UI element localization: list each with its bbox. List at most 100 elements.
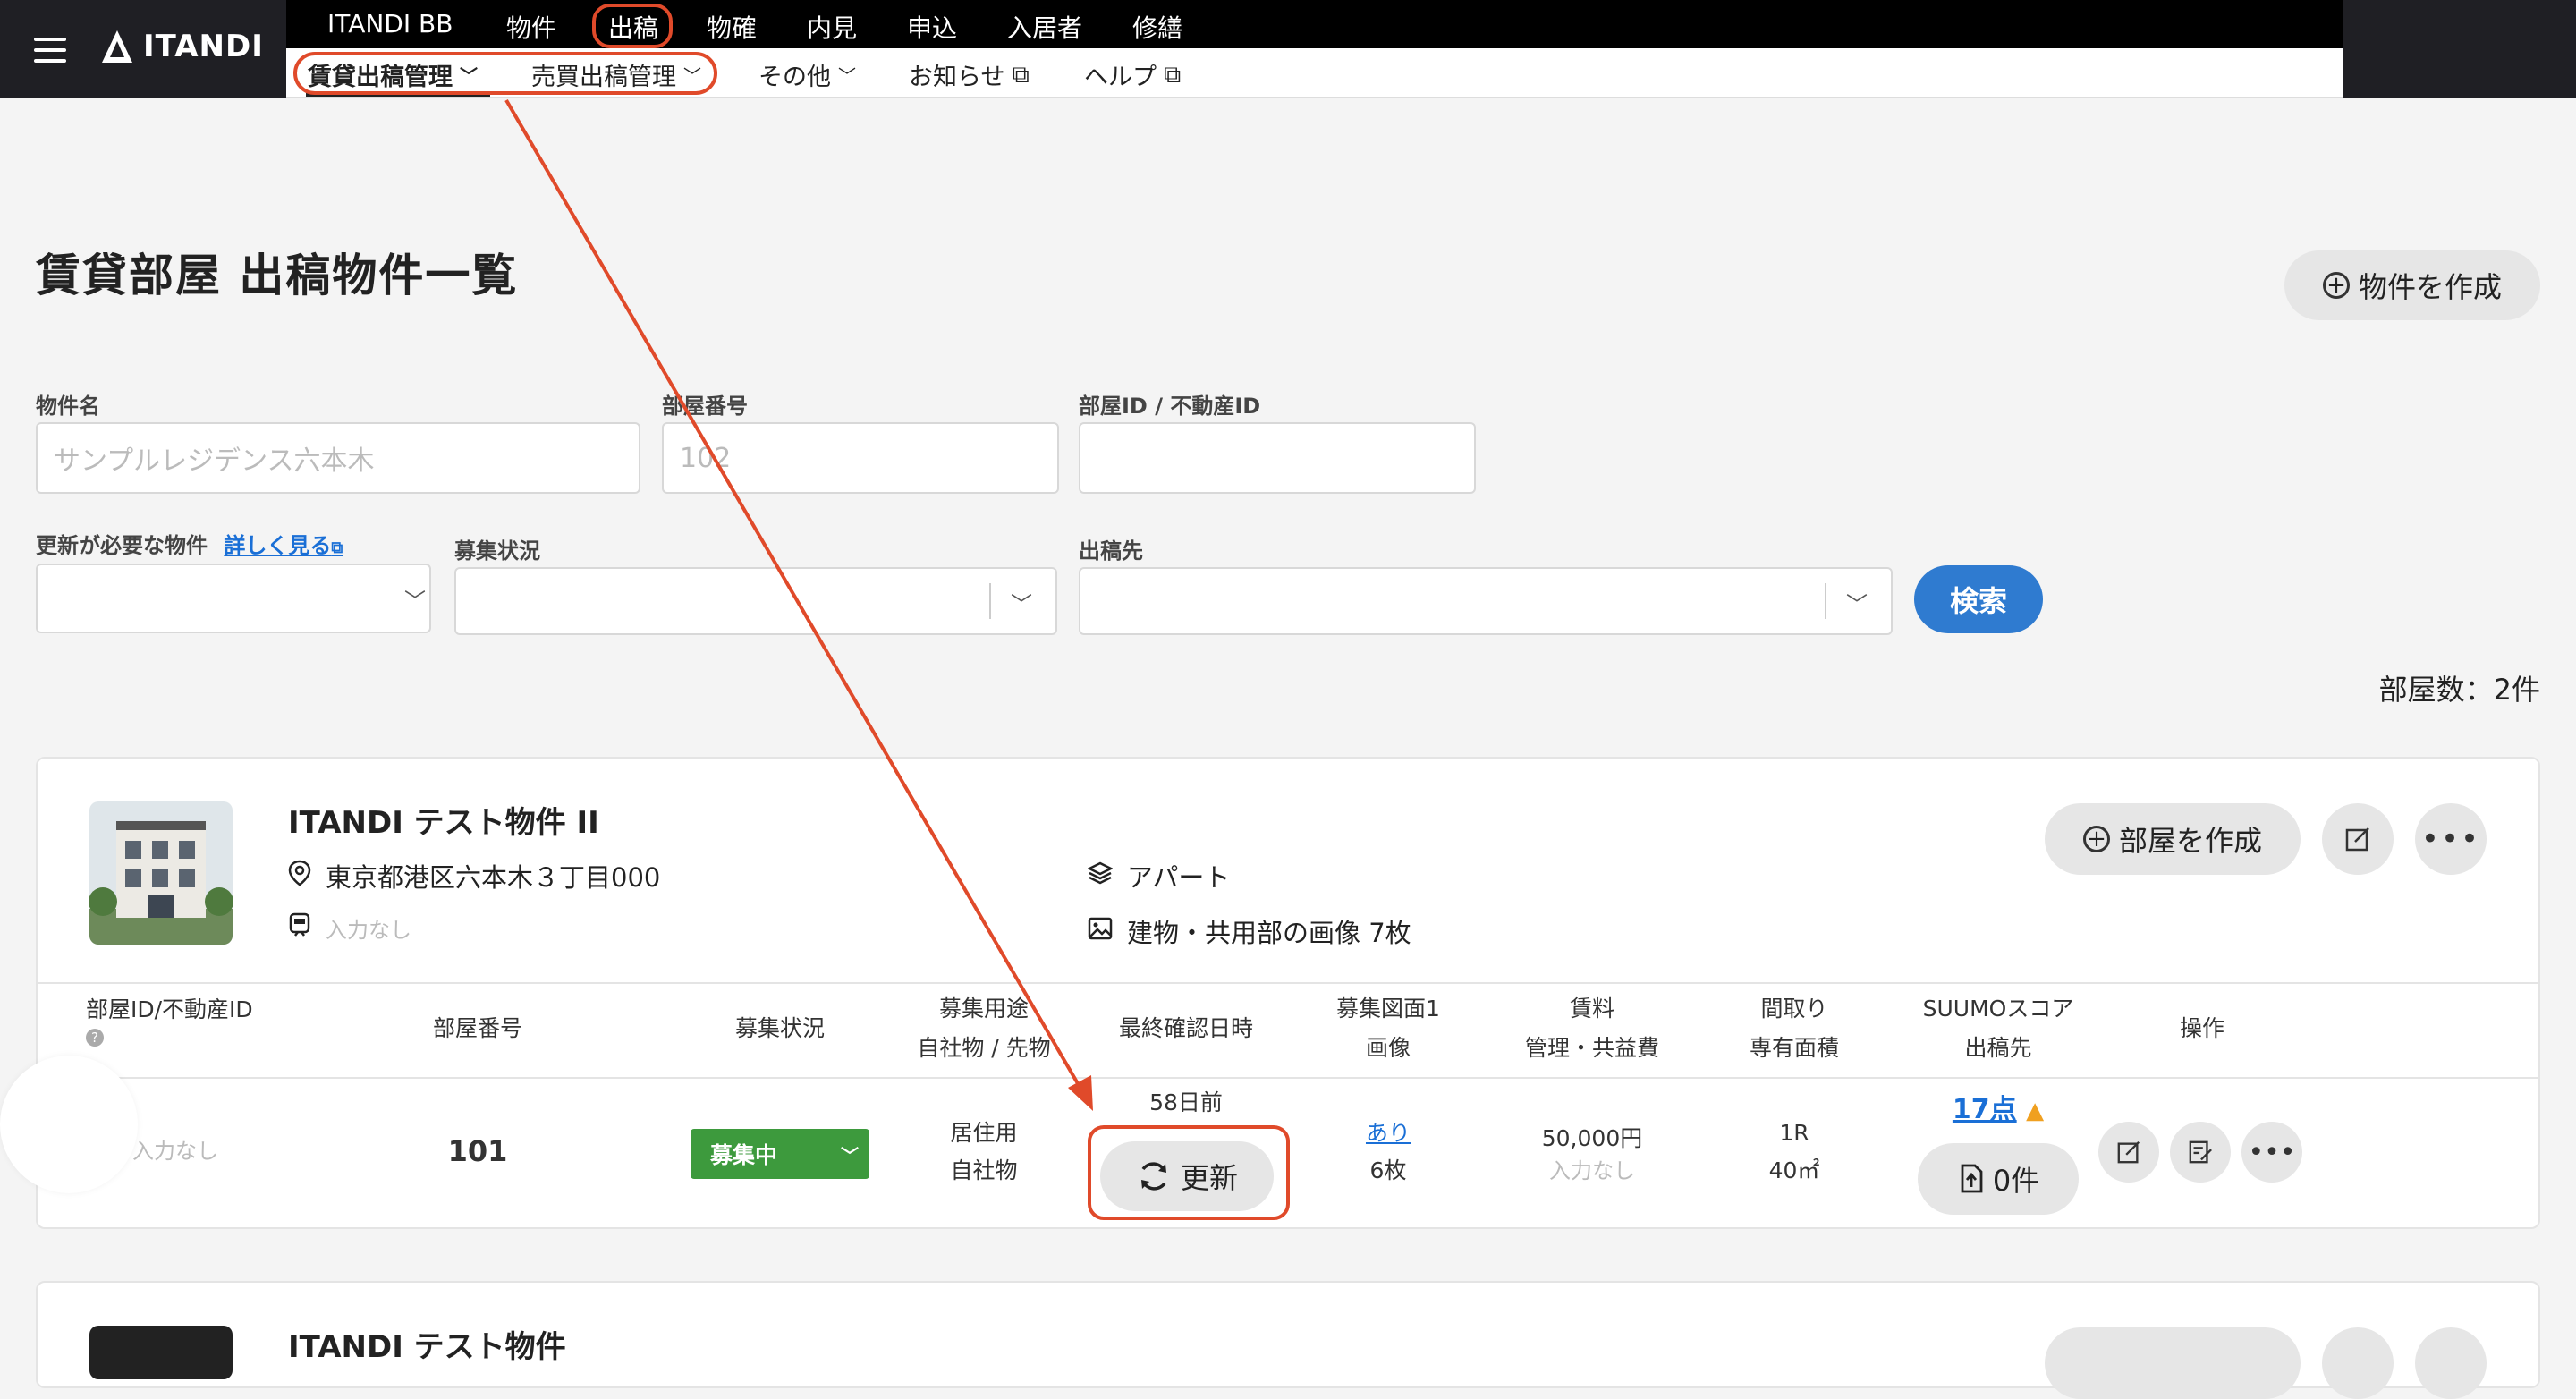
header-layout-line1: 間取り (1760, 996, 1828, 1022)
table-divider (38, 982, 2538, 984)
more-options-button[interactable]: ••• (2415, 803, 2487, 875)
more-options-button[interactable] (2415, 1327, 2487, 1399)
menu-viewing[interactable]: 内見 (807, 9, 857, 45)
property-name-label: 物件名 (36, 394, 100, 419)
header-suumo: SUUMOスコア 出稿先 (1893, 989, 2104, 1068)
destination-select[interactable] (1079, 567, 1893, 635)
header-usage: 募集用途 自社物 / 先物 (894, 989, 1073, 1068)
edit-icon (2117, 1140, 2140, 1164)
property-images: 建物・共用部の画像 7枚 (1088, 912, 1411, 950)
train-icon (288, 912, 311, 944)
header-rent-line2: 管理・共益費 (1524, 1035, 1659, 1061)
menu-itandi-bb[interactable]: ITANDI BB (327, 9, 453, 38)
room-id-label: 部屋ID / 不動産ID (1079, 394, 1261, 419)
property-name-input[interactable]: サンプルレジデンス六本木 (36, 422, 640, 494)
header-floorplan-line2: 画像 (1365, 1035, 1411, 1061)
menu-confirm[interactable]: 物確 (707, 9, 757, 45)
brand-area: ITANDI (0, 0, 286, 98)
room-number-label: 部屋番号 (662, 394, 748, 419)
external-link-icon: ⧉ (1012, 60, 1030, 89)
row-days-ago: 58日前 (1149, 1090, 1223, 1115)
header-rent-line1: 賃料 (1569, 996, 1614, 1022)
edit-room-button[interactable] (2098, 1122, 2159, 1183)
row-usage: 居住用 自社物 (894, 1115, 1073, 1190)
floating-overlay (0, 1056, 138, 1193)
property-station: 入力なし (288, 912, 411, 944)
room-number-placeholder: 102 (680, 442, 732, 474)
submenu-help-label: ヘルプ (1084, 64, 1157, 91)
select-divider (1825, 583, 1826, 619)
itandi-logo[interactable]: ITANDI (100, 29, 264, 64)
edit-property-button[interactable] (2322, 1327, 2394, 1399)
select-divider (989, 583, 991, 619)
property-name[interactable]: ITANDI テスト物件 (288, 1322, 566, 1366)
header-floorplan: 募集図面1 画像 (1299, 989, 1478, 1068)
header-usage-line2: 自社物 / 先物 (917, 1035, 1051, 1061)
header-room-no: 部屋番号 (432, 1015, 522, 1041)
submenu-help[interactable]: ヘルプ ⧉ (1084, 57, 1181, 92)
submenu-other-label: その他 (758, 64, 831, 91)
station-empty-text: 入力なし (326, 918, 411, 943)
help-icon[interactable]: ? (86, 1029, 104, 1047)
create-room-button[interactable] (2045, 1327, 2301, 1399)
row-room-no[interactable]: 101 (388, 1132, 567, 1170)
row-usage-line1: 居住用 (950, 1120, 1018, 1146)
property-thumbnail[interactable] (89, 801, 233, 945)
row-rent: 50,000円 入力なし (1503, 1120, 1682, 1184)
needs-update-label: 更新が必要な物件 詳しく見る⧉ (36, 528, 343, 559)
chevron-down-icon: ﹀ (1846, 592, 1868, 617)
create-room-label: 部屋を作成 (2118, 824, 2262, 858)
submenu-other[interactable]: その他 ﹀ (758, 57, 856, 92)
needs-update-select[interactable] (36, 564, 431, 633)
submenu-news[interactable]: お知らせ ⧉ (909, 57, 1030, 92)
property-thumbnail[interactable] (89, 1326, 233, 1379)
room-id-input[interactable] (1079, 422, 1476, 494)
building-image (89, 801, 233, 945)
menu-residents[interactable]: 入居者 (1007, 9, 1082, 45)
room-more-options-button[interactable]: ••• (2241, 1122, 2302, 1183)
search-button[interactable]: 検索 (1914, 565, 2043, 633)
header-rent: 賃料 管理・共益費 (1503, 989, 1682, 1068)
status-select[interactable]: 募集中 ﹀ (691, 1129, 869, 1179)
create-property-button[interactable]: + 物件を作成 (2284, 250, 2540, 320)
floorplan-link[interactable]: あり (1299, 1115, 1478, 1152)
image-icon (1088, 916, 1113, 946)
upload-file-icon (1961, 1164, 1983, 1193)
menu-repair[interactable]: 修繕 (1132, 9, 1182, 45)
header-room-id: 部屋ID/不動産ID ? (86, 996, 265, 1050)
create-room-button[interactable]: + 部屋を作成 (2045, 803, 2301, 875)
header-floorplan-line1: 募集図面1 (1336, 996, 1440, 1022)
logo-text: ITANDI (143, 29, 264, 64)
menu-application[interactable]: 申込 (907, 9, 957, 45)
layers-icon (1087, 861, 1114, 892)
status-text: 募集中 (710, 1142, 778, 1168)
published-count-button[interactable]: 0件 (1918, 1143, 2079, 1215)
chevron-down-icon: ﹀ (838, 65, 856, 87)
external-link-icon: ⧉ (331, 538, 343, 557)
plus-circle-icon: + (2322, 272, 2350, 299)
note-room-button[interactable] (2170, 1122, 2231, 1183)
needs-update-text: 更新が必要な物件 (36, 533, 208, 558)
property-name[interactable]: ITANDI テスト物件 II (288, 798, 599, 842)
header-layout-line2: 専有面積 (1749, 1035, 1839, 1061)
room-count: 部屋数：2件 (2378, 673, 2540, 707)
floorplan-count: 6枚 (1369, 1157, 1407, 1183)
room-number-input[interactable]: 102 (662, 422, 1059, 494)
hamburger-menu-icon[interactable] (34, 30, 66, 70)
edit-property-button[interactable] (2322, 803, 2394, 875)
area-value: 40㎡ (1768, 1157, 1820, 1183)
location-pin-icon (288, 860, 311, 893)
recruit-status-select[interactable] (454, 567, 1057, 635)
property-type: アパート (1087, 857, 1230, 895)
suumo-score[interactable]: 17点 ▲ (1909, 1091, 2088, 1130)
details-link[interactable]: 詳しく見る⧉ (224, 533, 343, 558)
header-suumo-line1: SUUMOスコア (1922, 996, 2074, 1022)
note-edit-icon (2189, 1140, 2212, 1164)
chevron-down-icon: ﹀ (404, 589, 426, 614)
row-layout: 1R 40㎡ (1705, 1115, 1884, 1190)
header-operations: 操作 (2179, 1015, 2224, 1041)
itandi-logo-mark-icon (102, 30, 132, 63)
more-horizontal-icon: ••• (2248, 1136, 2296, 1168)
address-text: 東京都港区六本木３丁目000 (326, 862, 661, 893)
menu-property[interactable]: 物件 (506, 9, 556, 45)
